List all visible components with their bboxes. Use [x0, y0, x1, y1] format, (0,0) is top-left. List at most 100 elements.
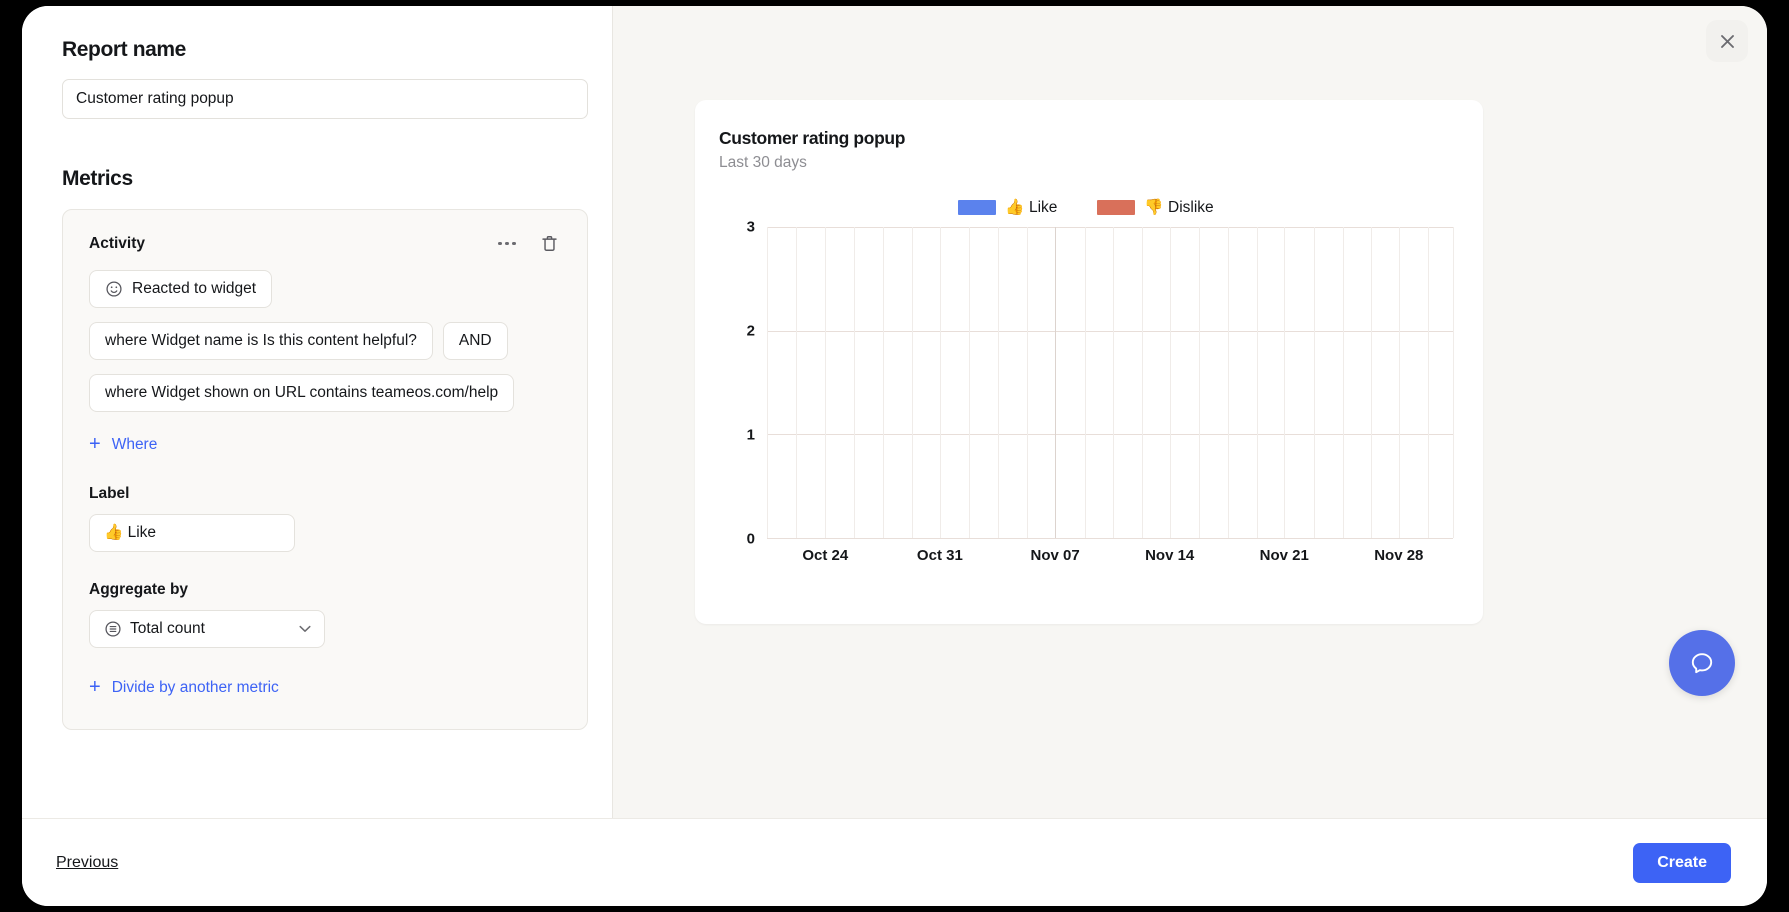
close-icon[interactable] — [1706, 20, 1748, 62]
chevron-down-icon — [299, 622, 311, 636]
vertical-gridline — [998, 227, 1000, 538]
filter-condition-1[interactable]: where Widget name is Is this content hel… — [89, 322, 433, 360]
legend-item[interactable]: 👍 Like — [958, 198, 1057, 217]
vertical-gridline — [1398, 227, 1400, 538]
y-axis-tick-label: 3 — [746, 218, 755, 236]
vertical-gridline — [1055, 227, 1057, 538]
chart-preview-card: Customer rating popup Last 30 days 👍 Lik… — [695, 100, 1483, 624]
app-root: Report name Metrics Activity — [0, 0, 1789, 912]
aggregate-field-label: Aggregate by — [89, 580, 189, 598]
vertical-gridline — [1342, 227, 1344, 538]
divide-by-another-metric-label: Divide by another metric — [111, 678, 279, 696]
x-axis-tick-label: Nov 21 — [1259, 547, 1309, 564]
y-axis-tick-label: 2 — [746, 322, 755, 340]
ellipsis-glyph — [498, 241, 516, 246]
vertical-gridline — [825, 227, 827, 538]
aggregate-by-select[interactable]: Total count — [89, 609, 325, 648]
trash-icon[interactable] — [538, 232, 561, 255]
chart-plot-area: 0 1 2 3 Oct 24 Oct 31 Nov 07 Nov 14 Nov 21 Nov 2… — [719, 219, 1454, 577]
vertical-gridline — [1112, 227, 1114, 538]
vertical-gridline — [1428, 227, 1430, 538]
legend-label: 👎 Dislike — [1144, 199, 1214, 216]
activity-event-label: Reacted to widget — [132, 280, 257, 298]
x-axis-tick-label: Nov 07 — [1030, 547, 1080, 564]
report-name-input[interactable] — [62, 79, 588, 119]
chat-bubble-glyph — [1691, 653, 1713, 674]
vertical-gridline — [882, 227, 884, 538]
chevron-down-glyph — [299, 625, 311, 632]
y-axis-tick-label: 1 — [746, 426, 755, 444]
metric-card-header: Activity — [89, 232, 561, 255]
chart-x-axis: Oct 24 Oct 31 Nov 07 Nov 14 Nov 21 Nov 28 — [767, 547, 1453, 577]
vertical-gridline — [854, 227, 856, 538]
metric-card-actions — [496, 232, 561, 255]
vertical-gridline — [939, 227, 941, 538]
vertical-gridline — [795, 227, 797, 538]
legend-swatch — [1097, 200, 1136, 215]
x-axis-tick-label: Oct 24 — [802, 547, 849, 564]
vertical-gridline — [1284, 227, 1286, 538]
vertical-gridline — [1141, 227, 1143, 538]
y-axis-tick-label: 0 — [746, 530, 755, 548]
report-preview-panel: Customer rating popup Last 30 days 👍 Lik… — [613, 6, 1767, 818]
modal-body: Report name Metrics Activity — [22, 6, 1767, 818]
x-axis-tick-label: Nov 28 — [1374, 547, 1424, 564]
label-field-text: 👍 Like — [104, 524, 157, 542]
divide-by-another-metric-button[interactable]: + Divide by another metric — [89, 675, 279, 698]
add-where-row: + Where — [89, 432, 561, 456]
add-where-button[interactable]: + Where — [89, 432, 158, 455]
previous-button[interactable]: Previous — [56, 854, 118, 872]
legend-label: 👍 Like — [1005, 199, 1058, 216]
trash-glyph — [542, 236, 557, 251]
vertical-gridline — [1084, 227, 1086, 538]
ellipsis-icon[interactable] — [496, 240, 518, 248]
legend-item[interactable]: 👎 Dislike — [1097, 198, 1214, 217]
x-axis-tick-label: Oct 31 — [916, 547, 963, 564]
report-config-panel: Report name Metrics Activity — [22, 6, 613, 818]
chart-title: Customer rating popup — [719, 128, 906, 148]
chart-subtitle: Last 30 days — [719, 154, 807, 171]
sigma-icon — [105, 621, 121, 637]
metric-card: Activity Reacted to widget where Widget … — [62, 209, 588, 730]
vertical-gridline — [1227, 227, 1229, 538]
plus-icon: + — [89, 675, 101, 698]
vertical-gridline — [969, 227, 971, 538]
create-button[interactable]: Create — [1633, 842, 1731, 883]
filter-operator-and[interactable]: AND — [442, 322, 508, 360]
chart-y-axis: 0 1 2 3 — [719, 219, 755, 548]
label-field-value[interactable]: 👍 Like — [89, 513, 295, 552]
plus-icon: + — [89, 432, 101, 455]
vertical-gridline — [767, 227, 768, 538]
legend-swatch — [958, 200, 997, 215]
vertical-gridline — [1169, 227, 1171, 538]
horizontal-gridline — [767, 227, 1453, 228]
label-field-label: Label — [89, 484, 130, 502]
aggregate-by-value: Total count — [130, 619, 205, 637]
modal-footer: Previous Create — [22, 818, 1767, 906]
close-glyph — [1720, 34, 1734, 48]
x-axis-tick-label: Nov 14 — [1145, 547, 1195, 564]
smiley-icon — [106, 281, 122, 297]
filter-operator-label: AND — [458, 332, 492, 349]
activity-event-chip[interactable]: Reacted to widget — [89, 270, 273, 308]
vertical-gridline — [1371, 227, 1373, 538]
vertical-gridline — [1026, 227, 1028, 538]
vertical-gridline — [1256, 227, 1258, 538]
chart-legend: 👍 Like 👎 Dislike — [719, 198, 1453, 217]
report-name-label: Report name — [62, 38, 186, 61]
filter-condition-2-text: where Widget shown on URL contains teame… — [105, 383, 499, 401]
chart-grid — [767, 227, 1454, 539]
vertical-gridline — [1199, 227, 1201, 538]
chat-bubble-icon[interactable] — [1669, 630, 1735, 696]
filter-row: where Widget shown on URL contains teame… — [89, 373, 561, 412]
vertical-gridline — [1453, 227, 1454, 538]
vertical-gridline — [911, 227, 913, 538]
filter-condition-1-text: where Widget name is Is this content hel… — [105, 332, 417, 349]
report-builder-modal: Report name Metrics Activity — [22, 6, 1767, 906]
horizontal-gridline — [767, 434, 1453, 436]
metrics-section-label: Metrics — [62, 167, 133, 190]
add-where-label: Where — [111, 435, 158, 453]
filter-row: where Widget name is Is this content hel… — [89, 322, 561, 360]
filter-condition-2[interactable]: where Widget shown on URL contains teame… — [89, 373, 515, 412]
vertical-gridline — [1313, 227, 1315, 538]
